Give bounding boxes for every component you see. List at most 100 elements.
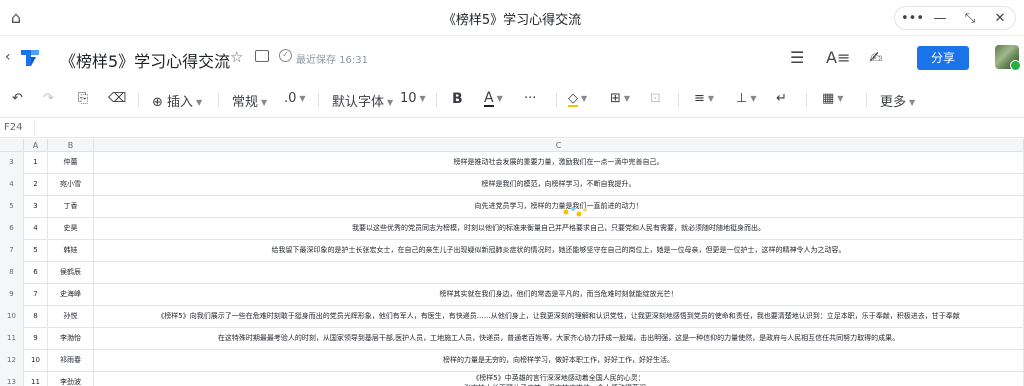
spreadsheet-grid[interactable]: A B C 3 1 仲蕾 榜样是推动社会发展的重要力量，激励我们在一点一滴中完善自己。… xyxy=(0,139,1024,386)
font-size-dropdown[interactable]: 10 ▼ xyxy=(400,91,426,106)
cell-c[interactable] xyxy=(94,262,1024,284)
cell-b[interactable]: 祁雨春 xyxy=(48,350,94,372)
back-chevron-icon[interactable]: ‹ xyxy=(5,49,11,65)
cell-b[interactable]: 李渤怡 xyxy=(48,328,94,350)
table-row[interactable]: 10 8 孙悦 《榜样5》向我们展示了一些在危难时刻敢于挺身而出的党员光辉形象，他们有… xyxy=(0,306,1024,328)
cell-b[interactable]: 史昊 xyxy=(48,218,94,240)
cell-a[interactable]: 7 xyxy=(24,284,48,306)
number-format-dropdown[interactable]: 常规 ▼ xyxy=(232,91,267,110)
cell-a[interactable]: 8 xyxy=(24,306,48,328)
merge-cells-icon[interactable]: ⊡ xyxy=(650,91,661,106)
more-format-icon[interactable]: ··· xyxy=(524,91,536,106)
share-button[interactable]: 分享 xyxy=(917,46,969,70)
menu-icon[interactable]: ☰ xyxy=(790,48,804,67)
row-header[interactable]: 9 xyxy=(0,284,24,306)
saved-check-icon: ✓ xyxy=(279,49,292,62)
cell-c[interactable]: 《榜样5》中英雄的言行深深地感动着全国人民的心灵：张宏护士长不顾儿子病魄，坚守抗… xyxy=(94,372,1024,386)
table-row[interactable]: 7 5 韩娃 给我留下最深印象的是护士长张宏女士，在自己的亲生儿子出现疑似新冠肺炎症状… xyxy=(0,240,1024,262)
row-header[interactable]: 7 xyxy=(0,240,24,262)
text-color-button[interactable]: A ▼ xyxy=(484,91,503,107)
close-icon[interactable]: ✕ xyxy=(991,11,1009,26)
row-header[interactable]: 11 xyxy=(0,328,24,350)
cell-a[interactable]: 4 xyxy=(24,218,48,240)
decimal-dropdown[interactable]: .0 ▼ xyxy=(284,91,306,106)
cell-b[interactable]: 孙悦 xyxy=(48,306,94,328)
cell-b[interactable]: 韩娃 xyxy=(48,240,94,262)
document-title[interactable]: 《榜样5》学习心得交流 xyxy=(60,48,230,72)
cell-b[interactable]: 丁香 xyxy=(48,196,94,218)
app-logo-icon[interactable] xyxy=(18,46,42,70)
table-row[interactable]: 5 3 丁香 向先进党员学习，榜样的力量是我们一直前进的动力！ xyxy=(0,196,1024,218)
table-row[interactable]: 3 1 仲蕾 榜样是推动社会发展的重要力量，激励我们在一点一滴中完善自己。 xyxy=(0,152,1024,174)
corner-cell[interactable] xyxy=(0,139,24,152)
folder-icon[interactable] xyxy=(255,50,269,62)
table-row[interactable]: 8 6 侯鹤辰 xyxy=(0,262,1024,284)
star-icon[interactable]: ☆ xyxy=(230,48,243,66)
freeze-button[interactable]: ▦ ▼ xyxy=(822,91,843,106)
cell-a[interactable]: 6 xyxy=(24,262,48,284)
row-header[interactable]: 5 xyxy=(0,196,24,218)
format-painter-icon[interactable]: ⎘ xyxy=(78,91,88,106)
cell-c[interactable]: 向先进党员学习，榜样的力量是我们一直前进的动力！ xyxy=(94,196,1024,218)
avatar[interactable] xyxy=(995,45,1021,71)
cell-a[interactable]: 1 xyxy=(24,152,48,174)
collapse-icon[interactable]: ⤡ xyxy=(961,11,979,26)
cell-b[interactable]: 李劲波 xyxy=(48,372,94,386)
row-header[interactable]: 6 xyxy=(0,218,24,240)
cell-c[interactable]: 榜样的力量是无穷的，向榜样学习，做好本职工作，好好工作，好好生活。 xyxy=(94,350,1024,372)
minimize-icon[interactable]: — xyxy=(931,11,949,26)
redo-icon[interactable]: ↷ xyxy=(43,91,54,106)
cell-c[interactable]: 榜样是我们的模范，向榜样学习，不断自我提升。 xyxy=(94,174,1024,196)
cell-a[interactable]: 11 xyxy=(24,372,48,386)
cell-b[interactable]: 宛小雪 xyxy=(48,174,94,196)
vertical-align-button[interactable]: ⊥ ▼ xyxy=(736,91,756,106)
cell-c[interactable]: 榜样是推动社会发展的重要力量，激励我们在一点一滴中完善自己。 xyxy=(94,152,1024,174)
cell-a[interactable]: 9 xyxy=(24,328,48,350)
cell-b[interactable]: 仲蕾 xyxy=(48,152,94,174)
text-style-icon[interactable]: A≡ xyxy=(826,48,850,67)
column-header-a[interactable]: A xyxy=(24,139,48,152)
cell-b[interactable]: 侯鹤辰 xyxy=(48,262,94,284)
table-row[interactable]: 12 10 祁雨春 榜样的力量是无穷的，向榜样学习，做好本职工作，好好工作，好好生活。 xyxy=(0,350,1024,372)
row-header[interactable]: 13 xyxy=(0,372,24,386)
row-header[interactable]: 8 xyxy=(0,262,24,284)
formula-bar[interactable]: F24 xyxy=(0,117,1024,138)
eraser-icon[interactable]: ⌫ xyxy=(108,91,126,106)
cell-c-line-1: 《榜样5》中英雄的言行深深地感动着全国人民的心灵： xyxy=(472,374,645,382)
undo-icon[interactable]: ↶ xyxy=(12,91,23,106)
number-format-label: 常规 xyxy=(232,95,259,110)
row-header[interactable]: 4 xyxy=(0,174,24,196)
table-row[interactable]: 6 4 史昊 我要以这些优秀的党员同志为榜模，时刻以他们的标准来衡量自己并严格要求自己… xyxy=(0,218,1024,240)
more-menu[interactable]: 更多 ▼ xyxy=(880,91,915,110)
wrap-text-icon[interactable]: ↵ xyxy=(776,91,787,106)
table-row[interactable]: 4 2 宛小雪 榜样是我们的模范，向榜样学习，不断自我提升。 xyxy=(0,174,1024,196)
row-header[interactable]: 10 xyxy=(0,306,24,328)
cell-c[interactable]: 榜样其实就在我们身边，他们的常态是平凡的，而当危难时刻就能绽放光芒！ xyxy=(94,284,1024,306)
cell-c[interactable]: 我要以这些优秀的党员同志为榜模，时刻以他们的标准来衡量自己并严格要求自己，只要党… xyxy=(94,218,1024,240)
border-button[interactable]: ⊞ ▼ xyxy=(610,91,630,106)
cell-a[interactable]: 2 xyxy=(24,174,48,196)
column-header-b[interactable]: B xyxy=(48,139,94,152)
bold-button[interactable]: B xyxy=(452,91,463,107)
cell-b[interactable]: 史海峰 xyxy=(48,284,94,306)
cell-a[interactable]: 10 xyxy=(24,350,48,372)
cell-c[interactable]: 给我留下最深印象的是护士长张宏女士，在自己的亲生儿子出现疑似新冠肺炎症状的情况时… xyxy=(94,240,1024,262)
horizontal-align-button[interactable]: ≡ ▼ xyxy=(694,91,714,106)
cell-a[interactable]: 5 xyxy=(24,240,48,262)
insert-menu[interactable]: ⊕ 插入 ▼ xyxy=(152,91,202,110)
column-header-c[interactable]: C xyxy=(94,139,1024,152)
window-title-bar: ⌂ 《榜样5》学习心得交流 ••• — ⤡ ✕ xyxy=(0,0,1024,36)
cell-c[interactable]: 《榜样5》向我们展示了一些在危难时刻敢于挺身而出的党员光辉形象，他们有军人，有医… xyxy=(94,306,1024,328)
row-header[interactable]: 3 xyxy=(0,152,24,174)
table-row[interactable]: 11 9 李渤怡 在这特殊时期最最考验人的时刻，从国家领导到基层干部,医护人员，工地施… xyxy=(0,328,1024,350)
row-header[interactable]: 12 xyxy=(0,350,24,372)
table-row[interactable]: 9 7 史海峰 榜样其实就在我们身边，他们的常态是平凡的，而当危难时刻就能绽放光芒！ xyxy=(0,284,1024,306)
cell-a[interactable]: 3 xyxy=(24,196,48,218)
fill-color-button[interactable]: ◇ ▼ xyxy=(568,91,587,107)
table-row[interactable]: 1311李劲波《榜样5》中英雄的言行深深地感动着全国人民的心灵：张宏护士长不顾儿… xyxy=(0,372,1024,386)
more-dots-icon[interactable]: ••• xyxy=(901,11,924,26)
cell-reference[interactable]: F24 xyxy=(4,122,22,133)
cell-c[interactable]: 在这特殊时期最最考验人的时刻，从国家领导到基层干部,医护人员，工地施工人员，快递… xyxy=(94,328,1024,350)
user-edit-icon[interactable]: ✍ xyxy=(869,48,882,67)
font-family-dropdown[interactable]: 默认字体 ▼ xyxy=(332,91,393,110)
